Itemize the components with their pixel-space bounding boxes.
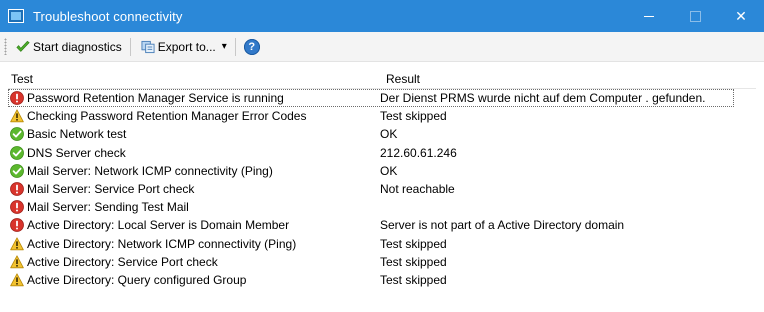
test-cell: Mail Server: Service Port check — [8, 182, 380, 196]
export-icon — [141, 40, 155, 54]
minimize-icon — [644, 15, 654, 17]
table-row[interactable]: Mail Server: Service Port check Not reach… — [8, 180, 756, 198]
maximize-button — [672, 0, 718, 32]
table-row[interactable]: Password Retention Manager Service is ru… — [8, 89, 734, 108]
result-cell: Der Dienst PRMS wurde nicht auf dem Comp… — [380, 91, 706, 106]
warning-triangle-icon — [10, 236, 24, 251]
test-cell: Mail Server: Network ICMP connectivity (… — [8, 164, 380, 178]
test-name: Password Retention Manager Service is ru… — [27, 91, 284, 106]
toolbar-separator — [129, 37, 131, 56]
result-cell: Test skipped — [380, 254, 447, 269]
test-name: Active Directory: Local Server is Domain… — [27, 218, 290, 233]
table-row[interactable]: Active Directory: Local Server is Domain… — [8, 216, 756, 234]
warning-triangle-icon — [10, 273, 24, 287]
troubleshoot-window: Troubleshoot connectivity ✕ Start diagno… — [0, 0, 764, 312]
result-cell: OK — [380, 127, 398, 142]
test-cell: Active Directory: Network ICMP connectiv… — [8, 237, 380, 251]
test-cell: Active Directory: Service Port check — [8, 255, 380, 269]
start-diagnostics-button[interactable]: Start diagnostics — [11, 35, 125, 59]
test-name: Active Directory: Query configured Group — [27, 272, 247, 287]
warning-triangle-icon — [10, 109, 24, 123]
test-name: Mail Server: Sending Test Mail — [27, 200, 189, 215]
result-cell: OK — [380, 163, 398, 178]
error-exclamation-icon — [10, 91, 24, 105]
maximize-icon — [689, 10, 701, 22]
test-cell: DNS Server check — [8, 146, 380, 160]
table-row[interactable]: Active Directory: Network ICMP connectiv… — [8, 235, 756, 253]
success-check-icon — [10, 145, 24, 160]
toolbar-grip[interactable] — [4, 38, 7, 55]
error-exclamation-icon — [10, 182, 24, 196]
result-cell: Server is not part of a Active Directory… — [380, 218, 625, 233]
test-name: Basic Network test — [27, 127, 127, 142]
network-monitor-icon — [8, 9, 24, 23]
close-icon: ✕ — [735, 7, 747, 24]
minimize-button[interactable] — [626, 0, 672, 32]
title-bar[interactable]: Troubleshoot connectivity ✕ — [0, 0, 764, 32]
green-checkmark-icon — [16, 40, 30, 54]
diagnostics-list[interactable]: Test Result Password Retention Manager S… — [8, 69, 756, 305]
success-check-icon — [10, 163, 24, 178]
start-diagnostics-label: Start diagnostics — [33, 39, 122, 54]
column-header-test[interactable]: Test — [8, 72, 383, 86]
window-controls: ✕ — [626, 0, 764, 32]
close-button[interactable]: ✕ — [718, 0, 764, 32]
test-name: Mail Server: Network ICMP connectivity (… — [27, 163, 273, 178]
test-name: Active Directory: Network ICMP connectiv… — [27, 236, 297, 251]
test-name: Checking Password Retention Manager Erro… — [27, 109, 307, 124]
help-icon[interactable]: ? — [243, 38, 260, 55]
column-header-result[interactable]: Result — [383, 72, 758, 86]
toolbar-separator — [234, 37, 236, 56]
warning-triangle-icon — [10, 255, 24, 269]
test-cell: Checking Password Retention Manager Erro… — [8, 109, 380, 123]
test-cell: Mail Server: Sending Test Mail — [8, 200, 380, 214]
success-check-icon — [10, 127, 24, 142]
table-row[interactable]: Basic Network test OK — [8, 125, 756, 143]
table-row[interactable]: Mail Server: Network ICMP connectivity (… — [8, 162, 756, 180]
result-cell: Test skipped — [380, 272, 447, 287]
window-title: Troubleshoot connectivity — [33, 8, 183, 24]
result-cell: Test skipped — [380, 236, 447, 251]
table-row[interactable]: Checking Password Retention Manager Erro… — [8, 107, 756, 125]
list-rows: Password Retention Manager Service is ru… — [8, 89, 756, 289]
test-cell: Basic Network test — [8, 127, 380, 141]
table-row[interactable]: Active Directory: Query configured Group… — [8, 271, 756, 289]
test-cell: Active Directory: Query configured Group — [8, 273, 380, 287]
export-button[interactable]: Export to... ▾ — [136, 35, 230, 59]
chevron-down-icon[interactable]: ▾ — [222, 41, 227, 52]
export-label: Export to... — [157, 39, 216, 54]
toolbar: Start diagnostics Export to... ▾ ? — [0, 32, 764, 62]
table-row[interactable]: DNS Server check 212.60.61.246 — [8, 144, 756, 162]
list-header: Test Result — [8, 69, 756, 89]
test-cell: Password Retention Manager Service is ru… — [8, 91, 380, 105]
test-name: Mail Server: Service Port check — [27, 182, 195, 197]
test-cell: Active Directory: Local Server is Domain… — [8, 218, 380, 232]
result-cell: Test skipped — [380, 109, 447, 124]
result-cell: 212.60.61.246 — [380, 145, 457, 160]
table-row[interactable]: Mail Server: Sending Test Mail — [8, 198, 756, 216]
error-exclamation-icon — [10, 200, 24, 215]
result-cell: Not reachable — [380, 182, 455, 197]
table-row[interactable]: Active Directory: Service Port check Test… — [8, 253, 756, 271]
test-name: Active Directory: Service Port check — [27, 254, 218, 269]
error-exclamation-icon — [10, 218, 24, 233]
test-name: DNS Server check — [27, 145, 126, 160]
